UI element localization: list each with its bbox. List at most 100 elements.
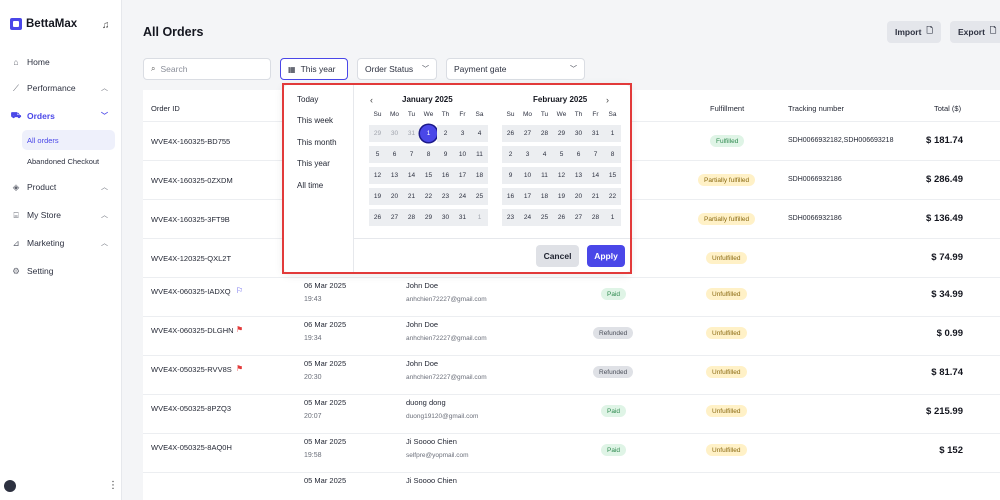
table-row[interactable]: WVE4X-050325-8AQ0H 05 Mar 2025 19:58 Ji Soo… [143,433,1000,472]
sidebar-item-setting[interactable]: ⚙ Setting [6,260,116,282]
payment-gate-select[interactable]: Payment gate ﹀ [446,58,585,80]
calendar-day[interactable]: 14 [403,167,420,184]
table-row[interactable]: WVE4X-060325-DLGHN ⚑ 06 Mar 2025 19:34 John … [143,316,1000,355]
calendar-day[interactable]: 5 [369,146,386,163]
calendar-day[interactable]: 22 [420,188,437,205]
sidebar-item-home[interactable]: ⌂ Home [6,51,116,73]
order-id[interactable]: WVE4X-160325-BD755 [151,137,230,146]
calendar-day[interactable]: 6 [386,146,403,163]
sidebar-item-product[interactable]: ◈ Product ︿ [6,176,116,198]
calendar-day[interactable]: 20 [386,188,403,205]
calendar-day[interactable]: 25 [536,209,553,226]
calendar-day[interactable]: 27 [570,209,587,226]
order-id[interactable]: WVE4X-160325-3FT9B [151,215,230,224]
calendar-day[interactable]: 27 [519,125,536,142]
calendar-day[interactable]: 21 [587,188,604,205]
bell-icon[interactable]: ♫ [102,20,110,31]
preset-today[interactable]: Today [297,95,318,104]
calendar-day[interactable]: 17 [454,167,471,184]
order-id[interactable]: WVE4X-050325-RVV8S [151,365,232,374]
calendar-day[interactable]: 14 [587,167,604,184]
calendar-day[interactable]: 26 [502,125,519,142]
import-button[interactable]: Import 🗋 [887,21,941,43]
sidebar-subitem-abandoned-checkout[interactable]: Abandoned Checkout [22,151,115,171]
sidebar-item-my-store[interactable]: ⌸ My Store ︿ [6,204,116,226]
table-row[interactable]: WVE4X-050325-RVV8S ⚑ 05 Mar 2025 20:30 John … [143,355,1000,394]
order-id[interactable]: WVE4X-120325-QXL2T [151,254,231,263]
calendar-day[interactable]: 7 [587,146,604,163]
calendar-day[interactable]: 3 [519,146,536,163]
calendar-day-selected[interactable]: 1 [420,125,437,142]
calendar-day[interactable]: 2 [502,146,519,163]
calendar-day[interactable]: 17 [519,188,536,205]
calendar-day[interactable]: 5 [553,146,570,163]
calendar-day[interactable]: 29 [420,209,437,226]
calendar-day[interactable]: 18 [471,167,488,184]
date-filter-button[interactable]: ▦ This year [280,58,348,80]
calendar-day[interactable]: 21 [403,188,420,205]
column-header-fulfillment[interactable]: Fulfillment [710,104,744,113]
calendar-day[interactable]: 30 [386,125,403,142]
calendar-day[interactable]: 23 [437,188,454,205]
more-vertical-icon[interactable]: ⋮ [108,480,118,491]
cancel-button[interactable]: Cancel [536,245,579,267]
calendar-day[interactable]: 28 [403,209,420,226]
calendar-day[interactable]: 23 [502,209,519,226]
order-id[interactable]: WVE4X-050325-8AQ0H [151,443,232,452]
chevron-right-icon[interactable]: › [606,95,609,105]
table-row[interactable]: WVE4X-060325-IADXQ ⚐ 06 Mar 2025 19:43 John … [143,277,1000,316]
table-row[interactable]: WVE4X-050325-8PZQ3 05 Mar 2025 20:07 duong … [143,394,1000,433]
calendar-day[interactable]: 25 [471,188,488,205]
preset-this-week[interactable]: This week [297,116,333,125]
chevron-left-icon[interactable]: ‹ [370,95,373,105]
calendar-day[interactable]: 28 [587,209,604,226]
calendar-day[interactable]: 19 [553,188,570,205]
calendar-day[interactable]: 15 [604,167,621,184]
export-button[interactable]: Export 🗋 [950,21,1000,43]
search-input[interactable]: ⌕ Search [143,58,271,80]
calendar-day[interactable]: 1 [604,209,621,226]
calendar-day[interactable]: 30 [570,125,587,142]
calendar-day[interactable]: 29 [369,125,386,142]
calendar-day[interactable]: 11 [471,146,488,163]
order-id[interactable]: WVE4X-050325-8PZQ3 [151,404,231,413]
calendar-day[interactable]: 1 [604,125,621,142]
calendar-day[interactable]: 13 [570,167,587,184]
preset-this-month[interactable]: This month [297,138,337,147]
calendar-day[interactable]: 11 [536,167,553,184]
calendar-day[interactable]: 7 [403,146,420,163]
calendar-day[interactable]: 4 [471,125,488,142]
calendar-day[interactable]: 4 [536,146,553,163]
table-row[interactable]: 05 Mar 2025 Ji Soooo Chien [143,472,1000,500]
calendar-day[interactable]: 26 [553,209,570,226]
calendar-day[interactable]: 29 [553,125,570,142]
preset-all-time[interactable]: All time [297,181,323,190]
order-status-select[interactable]: Order Status ﹀ [357,58,437,80]
calendar-day[interactable]: 10 [519,167,536,184]
calendar-day[interactable]: 6 [570,146,587,163]
calendar-day[interactable]: 15 [420,167,437,184]
calendar-day[interactable]: 20 [570,188,587,205]
calendar-day[interactable]: 31 [454,209,471,226]
column-header-total[interactable]: Total ($) [934,104,961,113]
calendar-day[interactable]: 13 [386,167,403,184]
calendar-day[interactable]: 1 [471,209,488,226]
calendar-day[interactable]: 27 [386,209,403,226]
preset-this-year[interactable]: This year [297,159,330,168]
calendar-day[interactable]: 10 [454,146,471,163]
calendar-day[interactable]: 30 [437,209,454,226]
calendar-day[interactable]: 3 [454,125,471,142]
calendar-day[interactable]: 16 [437,167,454,184]
calendar-day[interactable]: 12 [369,167,386,184]
calendar-day[interactable]: 8 [604,146,621,163]
calendar-day[interactable]: 26 [369,209,386,226]
sidebar-item-performance[interactable]: ⟋ Performance ︿ [6,77,116,99]
calendar-day[interactable]: 22 [604,188,621,205]
calendar-day[interactable]: 2 [437,125,454,142]
calendar-day[interactable]: 31 [587,125,604,142]
order-id[interactable]: WVE4X-060325-IADXQ [151,287,231,296]
calendar-day[interactable]: 28 [536,125,553,142]
calendar-day[interactable]: 12 [553,167,570,184]
calendar-day[interactable]: 24 [519,209,536,226]
calendar-day[interactable]: 9 [502,167,519,184]
